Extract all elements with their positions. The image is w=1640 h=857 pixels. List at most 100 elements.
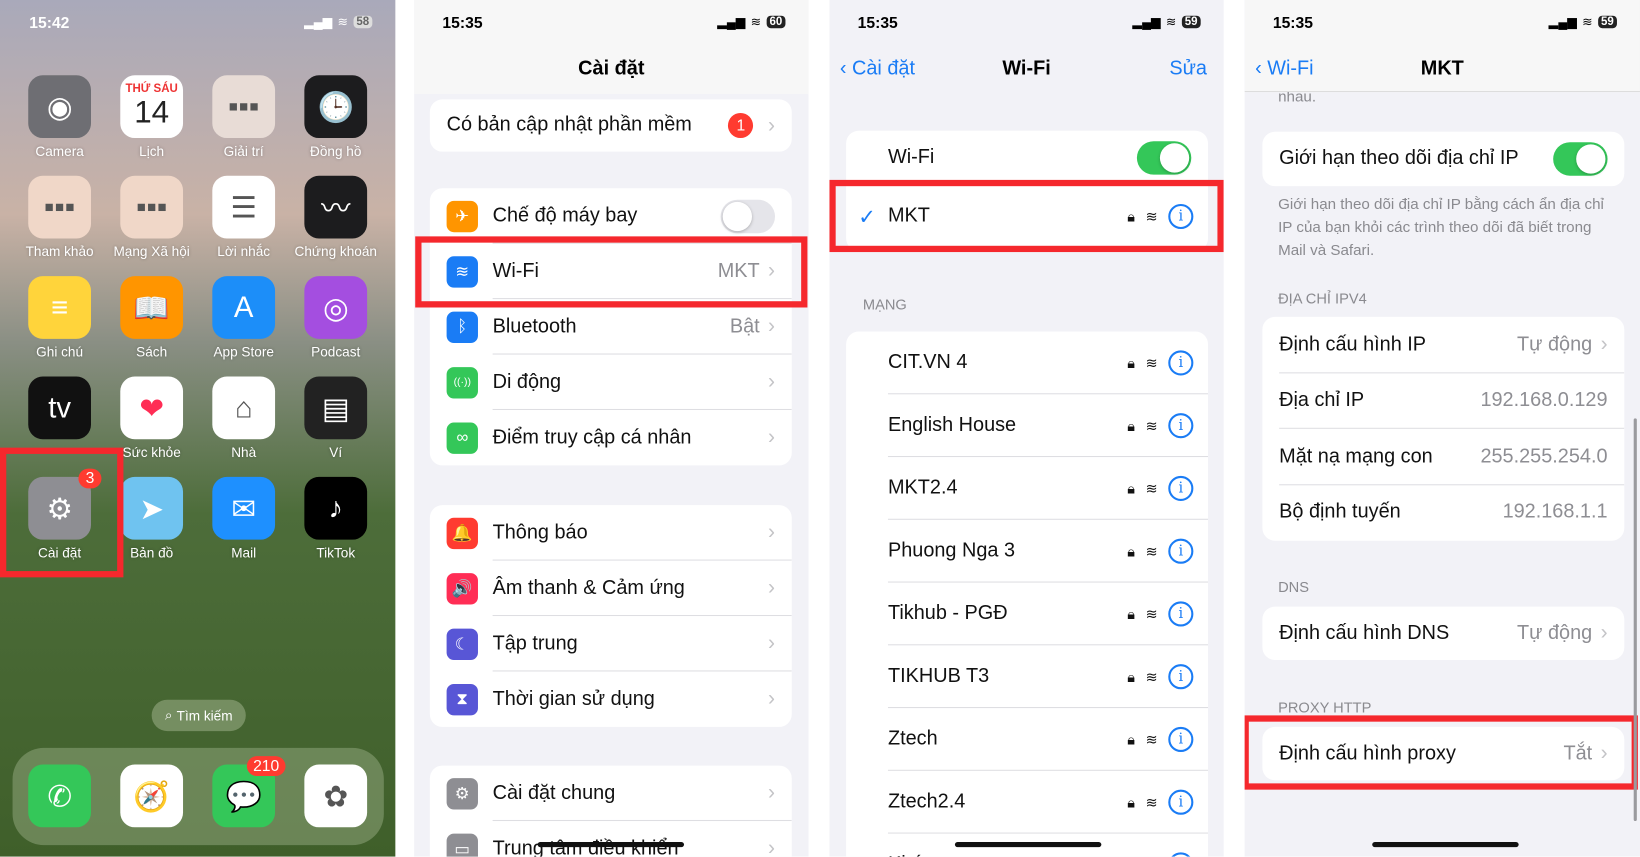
battery-icon: 59 <box>1597 15 1617 29</box>
row-value: Bật <box>729 315 760 338</box>
wifi-toggle[interactable] <box>1136 141 1192 175</box>
software-update-card[interactable]: Có bản cập nhật phần mềm 1 › <box>429 99 792 152</box>
row-label: Chế độ máy bay <box>492 204 638 227</box>
home-screen: 15:42 ▂▄▆ ≋ 58 ◉ Camera THỨ SÁU 14 Lịch ▪▪▪ Giải… <box>0 0 396 857</box>
network-row[interactable]: English House 🔒︎ ≋ i <box>846 394 1209 458</box>
app-label: Lời nhắc <box>217 243 271 260</box>
ipv4-row[interactable]: Bộ định tuyến 192.168.1.1 <box>1262 485 1624 541</box>
app-lịch[interactable]: THỨ SÁU 14 Lịch <box>110 75 194 159</box>
settings-row-hotspot[interactable]: ∞ Điểm truy cập cá nhân › <box>430 410 792 465</box>
row-label: Âm thanh & Cảm ứng <box>492 576 685 599</box>
row-label: Địa chỉ IP <box>1279 389 1365 412</box>
info-icon[interactable]: i <box>1168 601 1194 627</box>
network-row[interactable]: Phuong Nga 3 🔒︎ ≋ i <box>846 520 1209 583</box>
gear-icon: ⚙ <box>446 777 478 810</box>
ipv4-card: Định cấu hình IP Tự động › Địa chỉ IP 192.16… <box>1262 316 1625 541</box>
network-name: Khác <box>846 853 1127 856</box>
hourglass-icon: ⧗ <box>446 683 478 715</box>
app-app-store[interactable]: A App Store <box>202 276 286 360</box>
settings-row-moon[interactable]: ☾ Tập trung › <box>430 616 792 672</box>
network-row[interactable]: Ztech2.4 🔒︎ ≋ i <box>846 771 1209 834</box>
settings-row-hourglass[interactable]: ⧗ Thời gian sử dụng › <box>430 671 792 726</box>
status-icons: ▂▄▆ ≋ 59 <box>1132 15 1201 29</box>
app-chứng-khoán[interactable]: 〰 Chứng khoán <box>294 175 378 259</box>
app-ví[interactable]: ▤ Ví <box>294 376 378 460</box>
app-tham-khảo[interactable]: ▪▪▪ Tham khảo <box>18 175 102 259</box>
settings-row-gear[interactable]: ⚙ Cài đặt chung › <box>430 766 792 822</box>
info-icon[interactable]: i <box>1168 538 1194 564</box>
settings-row-sound[interactable]: 🔊 Âm thanh & Cảm ứng › <box>430 561 792 617</box>
app-apple-tv[interactable]: tv <box>18 376 102 440</box>
podcast-icon: ◎ <box>304 276 368 339</box>
stocks-icon: 〰 <box>304 175 368 239</box>
info-icon[interactable]: i <box>1168 726 1194 753</box>
row-label: Thông báo <box>492 521 588 544</box>
mail-icon: ✉ <box>212 476 276 540</box>
app-đồng-hồ[interactable]: 🕒 Đồng hồ <box>294 75 378 159</box>
folder-icon: ▪▪▪ <box>28 175 91 239</box>
ipv4-row[interactable]: Mặt nạ mạng con 255.255.254.0 <box>1262 429 1625 485</box>
app-podcast[interactable]: ◎ Podcast <box>294 276 378 360</box>
cellular-icon: ((·)) <box>446 366 478 398</box>
network-row[interactable]: CIT.VN 4 🔒︎ ≋ i <box>846 332 1209 395</box>
app-label: Giải trí <box>223 143 264 159</box>
notification-badge: 210 <box>246 756 286 777</box>
dns-value: Tự động <box>1517 621 1593 644</box>
chevron-right-icon: › <box>768 687 776 711</box>
wifi-signal-icon: ≋ <box>1145 605 1158 622</box>
ip-limit-card: Giới hạn theo dõi địa chỉ IP <box>1262 131 1625 187</box>
app-ghi-chú[interactable]: ≡ Ghi chú <box>18 276 102 360</box>
network-name: Phuong Nga 3 <box>887 539 1016 562</box>
network-row[interactable]: Ztech 🔒︎ ≋ i <box>846 708 1209 771</box>
info-icon[interactable]: i <box>1168 789 1194 815</box>
lock-icon: 🔒︎ <box>1127 542 1136 560</box>
ipv4-row[interactable]: Địa chỉ IP 192.168.0.129 <box>1262 373 1625 429</box>
status-icons: ▂▄▆ ≋ 59 <box>1549 15 1617 29</box>
app-lời-nhắc[interactable]: ☰ Lời nhắc <box>202 175 286 260</box>
row-value: Tự động <box>1517 333 1593 356</box>
spotlight-search-button[interactable]: ⌕ Tìm kiếm <box>151 699 246 732</box>
app-phone[interactable]: ✆ <box>18 764 102 828</box>
dns-card[interactable]: Định cấu hình DNS Tự động › <box>1262 606 1625 660</box>
ipv4-row[interactable]: Định cấu hình IP Tự động › <box>1262 317 1625 373</box>
network-row[interactable]: MKT2.4 🔒︎ ≋ i <box>846 457 1209 520</box>
info-icon[interactable]: i <box>1168 475 1194 501</box>
settings-row-control-center[interactable]: ▭Trung tâm điều khiển› <box>430 821 792 857</box>
network-name: TIKHUB T3 <box>887 665 990 688</box>
ip-limit-toggle[interactable] <box>1553 142 1608 176</box>
info-icon[interactable]: i <box>1168 413 1194 439</box>
books-icon: 📖 <box>120 276 184 339</box>
network-row[interactable]: Tikhub - PGĐ 🔒︎ ≋ i <box>846 583 1209 646</box>
scrollbar[interactable] <box>1633 418 1637 822</box>
app-mạng-xã-hội[interactable]: ▪▪▪ Mạng Xã hội <box>110 175 194 259</box>
app-camera[interactable]: ◉ Camera <box>18 75 102 159</box>
wifi-signal-icon: ≋ <box>1145 667 1158 685</box>
status-time: 15:35 <box>1272 14 1313 33</box>
info-icon[interactable]: i <box>1168 852 1194 857</box>
app-label: Podcast <box>311 344 361 360</box>
app-mail[interactable]: ✉ Mail <box>202 476 286 561</box>
app-messages[interactable]: 💬 210 <box>202 756 286 828</box>
home-indicator <box>954 841 1102 848</box>
edit-button[interactable]: Sửa <box>1169 58 1207 81</box>
app-giải-trí[interactable]: ▪▪▪ Giải trí <box>202 75 286 159</box>
status-time: 15:35 <box>857 14 898 33</box>
network-row[interactable]: TIKHUB T3 🔒︎ ≋ i <box>846 645 1209 709</box>
home-indicator <box>1372 841 1519 848</box>
info-icon[interactable]: i <box>1168 664 1194 690</box>
app-photos[interactable]: ✿ <box>294 764 378 828</box>
lock-icon: 🔒︎ <box>1127 416 1136 434</box>
app-nhà[interactable]: ⌂ Nhà <box>202 376 286 460</box>
app-sách[interactable]: 📖 Sách <box>110 276 194 360</box>
page-title: Cài đặt <box>578 57 645 80</box>
wifi-signal-icon: ≋ <box>1145 793 1158 811</box>
app-safari[interactable]: 🧭 <box>110 764 194 828</box>
network-name: MKT2.4 <box>887 476 958 499</box>
proxy-header: PROXY HTTP <box>1278 698 1372 716</box>
settings-row-notification[interactable]: 🔔 Thông báo › <box>430 505 792 561</box>
airplane-toggle[interactable] <box>720 199 776 233</box>
camera-icon: ◉ <box>28 75 91 139</box>
app-tiktok[interactable]: ♪ TikTok <box>294 476 378 561</box>
info-icon[interactable]: i <box>1168 350 1194 376</box>
settings-row-cellular[interactable]: ((·)) Di động › <box>430 355 792 410</box>
